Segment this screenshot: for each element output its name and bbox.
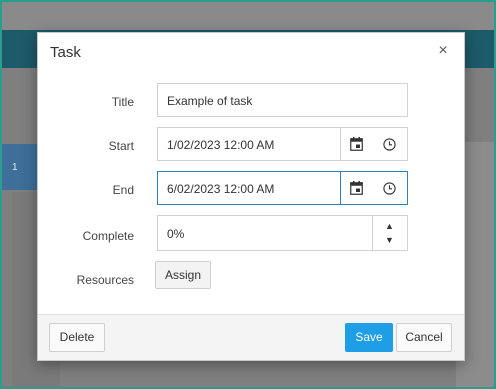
app-side-tab-label: 1 (12, 162, 18, 173)
title-label: Title (111, 95, 134, 109)
calendar-icon[interactable] (350, 181, 363, 195)
end-datetime-input[interactable]: 6/02/2023 12:00 AM (157, 171, 408, 205)
resources-label: Resources (76, 273, 134, 287)
delete-button[interactable]: Delete (49, 323, 105, 352)
complete-input-value: 0% (167, 227, 185, 241)
spin-down-icon[interactable]: ▼ (385, 236, 394, 245)
title-input[interactable]: Example of task (157, 83, 408, 117)
start-input-value: 1/02/2023 12:00 AM (167, 138, 275, 152)
end-picker-buttons (340, 172, 407, 204)
assign-resources-button[interactable]: Assign (155, 261, 211, 289)
complete-numeric-input[interactable]: 0% ▲ ▼ (157, 215, 408, 251)
end-label: End (112, 183, 134, 197)
clock-icon[interactable] (383, 138, 396, 151)
dialog-header: Task × (38, 33, 464, 71)
complete-spinner: ▲ ▼ (372, 216, 407, 250)
dialog-footer: Delete Save Cancel (38, 314, 464, 360)
start-label: Start (108, 139, 134, 153)
task-dialog: Task × Title Example of task Start 1/02/… (37, 32, 465, 361)
start-datetime-input[interactable]: 1/02/2023 12:00 AM (157, 127, 408, 161)
clock-icon[interactable] (383, 182, 396, 195)
title-input-value: Example of task (167, 94, 253, 108)
spin-up-icon[interactable]: ▲ (385, 222, 394, 231)
close-icon[interactable]: × (432, 40, 454, 62)
cancel-button[interactable]: Cancel (396, 323, 452, 352)
app-side-tab[interactable]: 1 (2, 144, 38, 190)
complete-label: Complete (82, 229, 134, 243)
start-picker-buttons (340, 128, 407, 160)
end-input-value: 6/02/2023 12:00 AM (167, 182, 275, 196)
calendar-icon[interactable] (350, 137, 363, 151)
save-button[interactable]: Save (345, 323, 393, 352)
dialog-title: Task (50, 44, 81, 61)
